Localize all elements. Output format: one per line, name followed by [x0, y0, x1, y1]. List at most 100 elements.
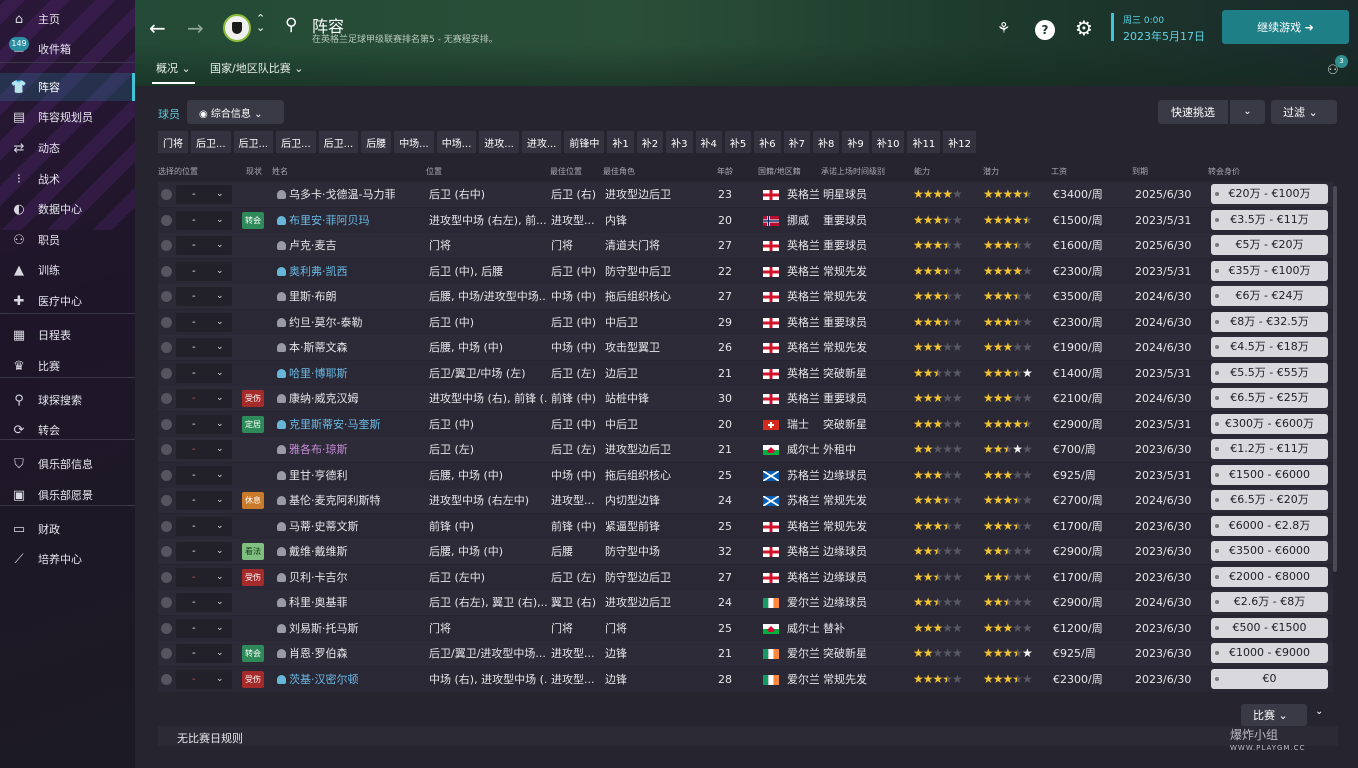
transfer-value[interactable]: €2.6万 - €8万: [1211, 592, 1328, 612]
column-header[interactable]: 能力: [914, 166, 930, 177]
selected-position-dropdown[interactable]: - ⌄: [176, 389, 232, 408]
transfer-value[interactable]: €3.5万 - €11万: [1211, 209, 1328, 230]
row-checkbox[interactable]: [161, 342, 172, 353]
table-row[interactable]: - ⌄ 马蒂·史蒂文斯 前锋 (中) 前锋 (中) 紧逼型前锋 25 英格兰 常规先发 ★★★★★…: [158, 513, 1333, 539]
quick-pick-dropdown[interactable]: ⌄: [1230, 100, 1265, 124]
position-tab[interactable]: 后卫...: [233, 131, 274, 153]
column-header[interactable]: 现状: [246, 166, 262, 177]
table-row[interactable]: - ⌄ 受伤 康纳·威克汉姆 进攻型中场 (右), 前锋 (... 前锋 (中) 站桩中锋 3…: [158, 386, 1333, 411]
transfer-value[interactable]: €5万 - €20万: [1211, 235, 1328, 255]
back-arrow-icon[interactable]: ←: [149, 16, 166, 40]
transfer-value[interactable]: €1.2万 - €11万: [1211, 439, 1328, 459]
transfer-value[interactable]: €1500 - €6000: [1211, 464, 1328, 485]
player-name[interactable]: 本·斯蒂文森: [289, 335, 421, 360]
selected-position-dropdown[interactable]: - ⌄: [176, 236, 232, 255]
transfer-value[interactable]: €6万 - €24万: [1211, 286, 1328, 306]
player-name[interactable]: 康纳·威克汉姆: [289, 386, 421, 411]
status-badge[interactable]: 受伤: [242, 568, 264, 586]
forward-arrow-icon[interactable]: →: [187, 16, 204, 40]
position-tab[interactable]: 补6: [754, 131, 781, 153]
row-checkbox[interactable]: [161, 240, 172, 251]
match-dropdown[interactable]: 比赛 ⌄: [1241, 704, 1307, 726]
status-badge[interactable]: 看法: [242, 543, 264, 560]
column-header[interactable]: 到期: [1132, 166, 1148, 177]
column-header[interactable]: 工资: [1051, 166, 1067, 177]
player-name[interactable]: 肖恩·罗伯森: [289, 641, 421, 666]
sidebar-item-training[interactable]: ▲ 训练: [0, 256, 135, 284]
sidebar-item-staff[interactable]: ⚇ 职员: [0, 226, 135, 254]
tab-overview[interactable]: 概况 ⌄: [152, 60, 195, 84]
position-tab[interactable]: 后卫...: [276, 131, 316, 153]
position-tab[interactable]: 补2: [636, 131, 664, 153]
row-checkbox[interactable]: [161, 673, 172, 685]
player-name[interactable]: 刘易斯·托马斯: [289, 616, 421, 641]
help-icon[interactable]: ?: [1035, 20, 1055, 40]
selected-position-dropdown[interactable]: - ⌄: [176, 593, 232, 612]
transfer-value[interactable]: €35万 - €100万: [1211, 260, 1328, 281]
sidebar-item-finance[interactable]: ▭ 财政: [0, 515, 135, 543]
club-badge-icon[interactable]: [223, 14, 251, 42]
position-tab[interactable]: 后卫...: [191, 131, 231, 153]
transfer-value[interactable]: €6000 - €2.8万: [1211, 515, 1328, 536]
table-row[interactable]: - ⌄ 受伤 茨基·汉密尔顿 中场 (右), 进攻型中场 (... 进攻型... 边锋 28 爱…: [158, 666, 1333, 692]
position-tab[interactable]: 补3: [666, 131, 693, 153]
row-checkbox[interactable]: [161, 546, 172, 557]
position-tab[interactable]: 后腰: [361, 131, 392, 153]
position-tab[interactable]: 后卫...: [318, 131, 359, 153]
player-name[interactable]: 哈里·博耶斯: [289, 361, 421, 386]
row-checkbox[interactable]: [161, 520, 172, 532]
selected-position-dropdown[interactable]: - ⌄: [176, 440, 232, 459]
player-name[interactable]: 雅各布·琼斯: [289, 437, 421, 462]
table-row[interactable]: - ⌄ 本·斯蒂文森 后腰, 中场 (中) 中场 (中) 攻击型翼卫 26 英格兰 常规先发 ★★…: [158, 335, 1333, 360]
transfer-value[interactable]: €0: [1211, 668, 1328, 689]
column-header[interactable]: 潜力: [983, 166, 999, 177]
selected-position-dropdown[interactable]: - ⌄: [176, 287, 232, 306]
row-checkbox[interactable]: [161, 597, 172, 608]
position-tab[interactable]: 补1: [607, 131, 634, 153]
selected-position-dropdown[interactable]: - ⌄: [176, 312, 232, 332]
transfer-value[interactable]: €6.5万 - €25万: [1211, 388, 1328, 408]
row-checkbox[interactable]: [161, 214, 172, 226]
table-row[interactable]: - ⌄ 科里·奥基菲 后卫 (右左), 翼卫 (右),... 翼卫 (右) 进攻型边后卫 2…: [158, 590, 1333, 615]
table-row[interactable]: - ⌄ 转会 布里安·菲阿贝玛 进攻型中场 (右左), 前... 进攻型... 内锋 20 挪威…: [158, 207, 1333, 233]
settings-icon[interactable]: ⚙: [1075, 16, 1093, 40]
table-row[interactable]: - ⌄ 里斯·布朗 后腰, 中场/进攻型中场... 中场 (中) 拖后组织核心 27 英格兰常…: [158, 284, 1333, 309]
sidebar-item-search[interactable]: ⚲ 球探搜索: [0, 386, 135, 414]
status-badge[interactable]: 受伤: [242, 670, 264, 688]
player-name[interactable]: 科里·奥基菲: [289, 590, 421, 615]
column-header[interactable]: 最佳角色: [603, 166, 635, 177]
transfer-value[interactable]: €300万 - €600万: [1211, 413, 1328, 434]
players-label[interactable]: 球员: [158, 106, 180, 122]
row-checkbox[interactable]: [161, 469, 172, 481]
status-badge[interactable]: 休息: [242, 492, 264, 509]
selected-position-dropdown[interactable]: - ⌄: [176, 542, 232, 561]
player-name[interactable]: 克里斯蒂安·马奎斯: [289, 412, 421, 437]
selected-position-dropdown[interactable]: - ⌄: [176, 516, 232, 536]
status-badge[interactable]: 转会: [242, 645, 264, 662]
transfer-value[interactable]: €5.5万 - €55万: [1211, 362, 1328, 383]
column-header[interactable]: 姓名: [272, 166, 288, 177]
position-tab[interactable]: 补10: [871, 131, 905, 153]
transfer-value[interactable]: €20万 - €100万: [1211, 184, 1328, 204]
player-name[interactable]: 基伦·麦克阿利斯特: [289, 488, 421, 513]
sidebar-item-tactics[interactable]: ⁝ 战术: [0, 165, 135, 193]
sidebar-item-trophy[interactable]: ♛ 比赛: [0, 352, 135, 380]
transfer-value[interactable]: €2000 - €8000: [1211, 566, 1328, 587]
transfer-value[interactable]: €4.5万 - €18万: [1211, 337, 1328, 357]
position-tab[interactable]: 前锋中: [564, 131, 605, 153]
position-tab[interactable]: 进攻...: [521, 131, 562, 153]
sidebar-item-data-hub[interactable]: ◐ 数据中心: [0, 195, 135, 223]
column-header[interactable]: 选择的位置: [158, 166, 198, 177]
player-name[interactable]: 乌多卡·戈德温-马力菲: [289, 182, 421, 207]
collapse-icon[interactable]: ⌄: [1315, 706, 1323, 717]
sidebar-item-dynamics[interactable]: ⇄ 动态: [0, 134, 135, 162]
table-row[interactable]: - ⌄ 看法 戴维·戴维斯 后腰, 中场 (中) 后腰 防守型中场 32 英格兰 边缘球员 ★★★★…: [158, 539, 1333, 564]
column-header[interactable]: 承诺上场时间级别: [821, 166, 885, 177]
view-dropdown[interactable]: ◉ 综合信息 ⌄: [187, 100, 284, 124]
position-tab[interactable]: 补11: [907, 131, 941, 153]
table-row[interactable]: - ⌄ 乌多卡·戈德温-马力菲 后卫 (右中) 后卫 (右) 进攻型边后卫 23 英格兰 明星球…: [158, 182, 1333, 207]
column-header[interactable]: 位置: [426, 166, 442, 177]
position-tab[interactable]: 中场...: [436, 131, 477, 153]
quick-pick-button[interactable]: 快速挑选: [1158, 100, 1228, 124]
position-tab[interactable]: 进攻...: [479, 131, 519, 153]
